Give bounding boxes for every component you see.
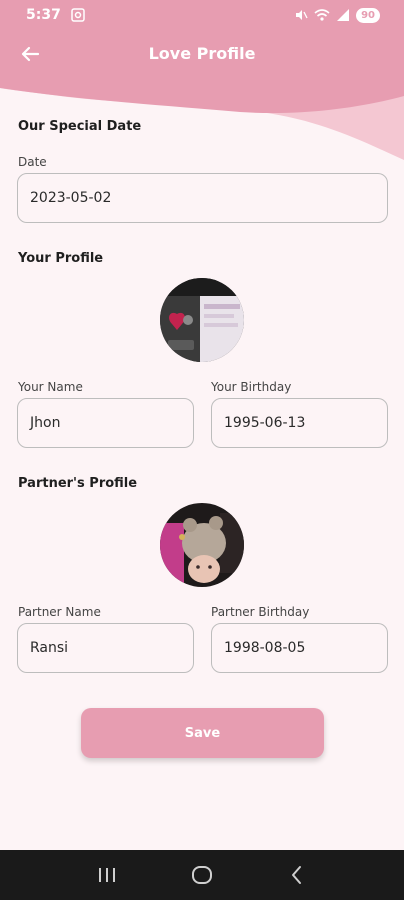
wifi-icon (314, 9, 330, 21)
signal-icon (337, 9, 350, 21)
page-title: Love Profile (148, 43, 256, 63)
your-birthday-value: 1995-06-13 (224, 415, 306, 431)
your-name-value: Jhon (30, 415, 61, 431)
your-profile-section-title: Your Profile (18, 251, 104, 266)
partner-name-value: Ransi (30, 640, 69, 656)
screenshot-icon (71, 8, 85, 22)
nav-back-button[interactable] (277, 855, 317, 895)
save-button-label: Save (184, 725, 221, 741)
partner-birthday-value: 1998-08-05 (224, 640, 306, 656)
your-avatar[interactable] (160, 278, 244, 362)
your-name-field[interactable]: Jhon (17, 398, 194, 448)
nav-home-button[interactable] (182, 855, 222, 895)
your-name-label: Your Name (18, 380, 83, 394)
system-nav-bar (0, 850, 404, 900)
your-birthday-label: Your Birthday (211, 380, 292, 394)
home-icon (191, 866, 212, 884)
back-icon (291, 866, 301, 884)
status-right: 90 (294, 7, 380, 23)
status-time: 5:37 (26, 7, 61, 23)
mute-icon (296, 10, 308, 20)
save-button[interactable]: Save (81, 708, 324, 758)
battery-indicator: 90 (356, 7, 380, 23)
your-birthday-field[interactable]: 1995-06-13 (211, 398, 388, 448)
partner-name-field[interactable]: Ransi (17, 623, 194, 673)
status-left: 5:37 (26, 7, 85, 23)
special-date-section-title: Our Special Date (18, 119, 142, 134)
date-field[interactable]: 2023-05-02 (17, 173, 388, 223)
date-label: Date (18, 155, 47, 169)
recent-apps-icon (99, 868, 116, 882)
partner-profile-section-title: Partner's Profile (18, 476, 138, 491)
date-value: 2023-05-02 (30, 190, 112, 206)
nav-recent-apps-button[interactable] (87, 855, 127, 895)
partner-birthday-label: Partner Birthday (211, 605, 310, 619)
app-bar: Love Profile (0, 30, 404, 76)
partner-avatar[interactable] (160, 503, 244, 587)
partner-avatar-image (160, 503, 244, 587)
partner-birthday-field[interactable]: 1998-08-05 (211, 623, 388, 673)
your-avatar-image (160, 278, 244, 362)
status-bar: 5:37 90 (0, 0, 404, 30)
partner-name-label: Partner Name (18, 605, 101, 619)
back-arrow-icon[interactable] (18, 42, 42, 66)
